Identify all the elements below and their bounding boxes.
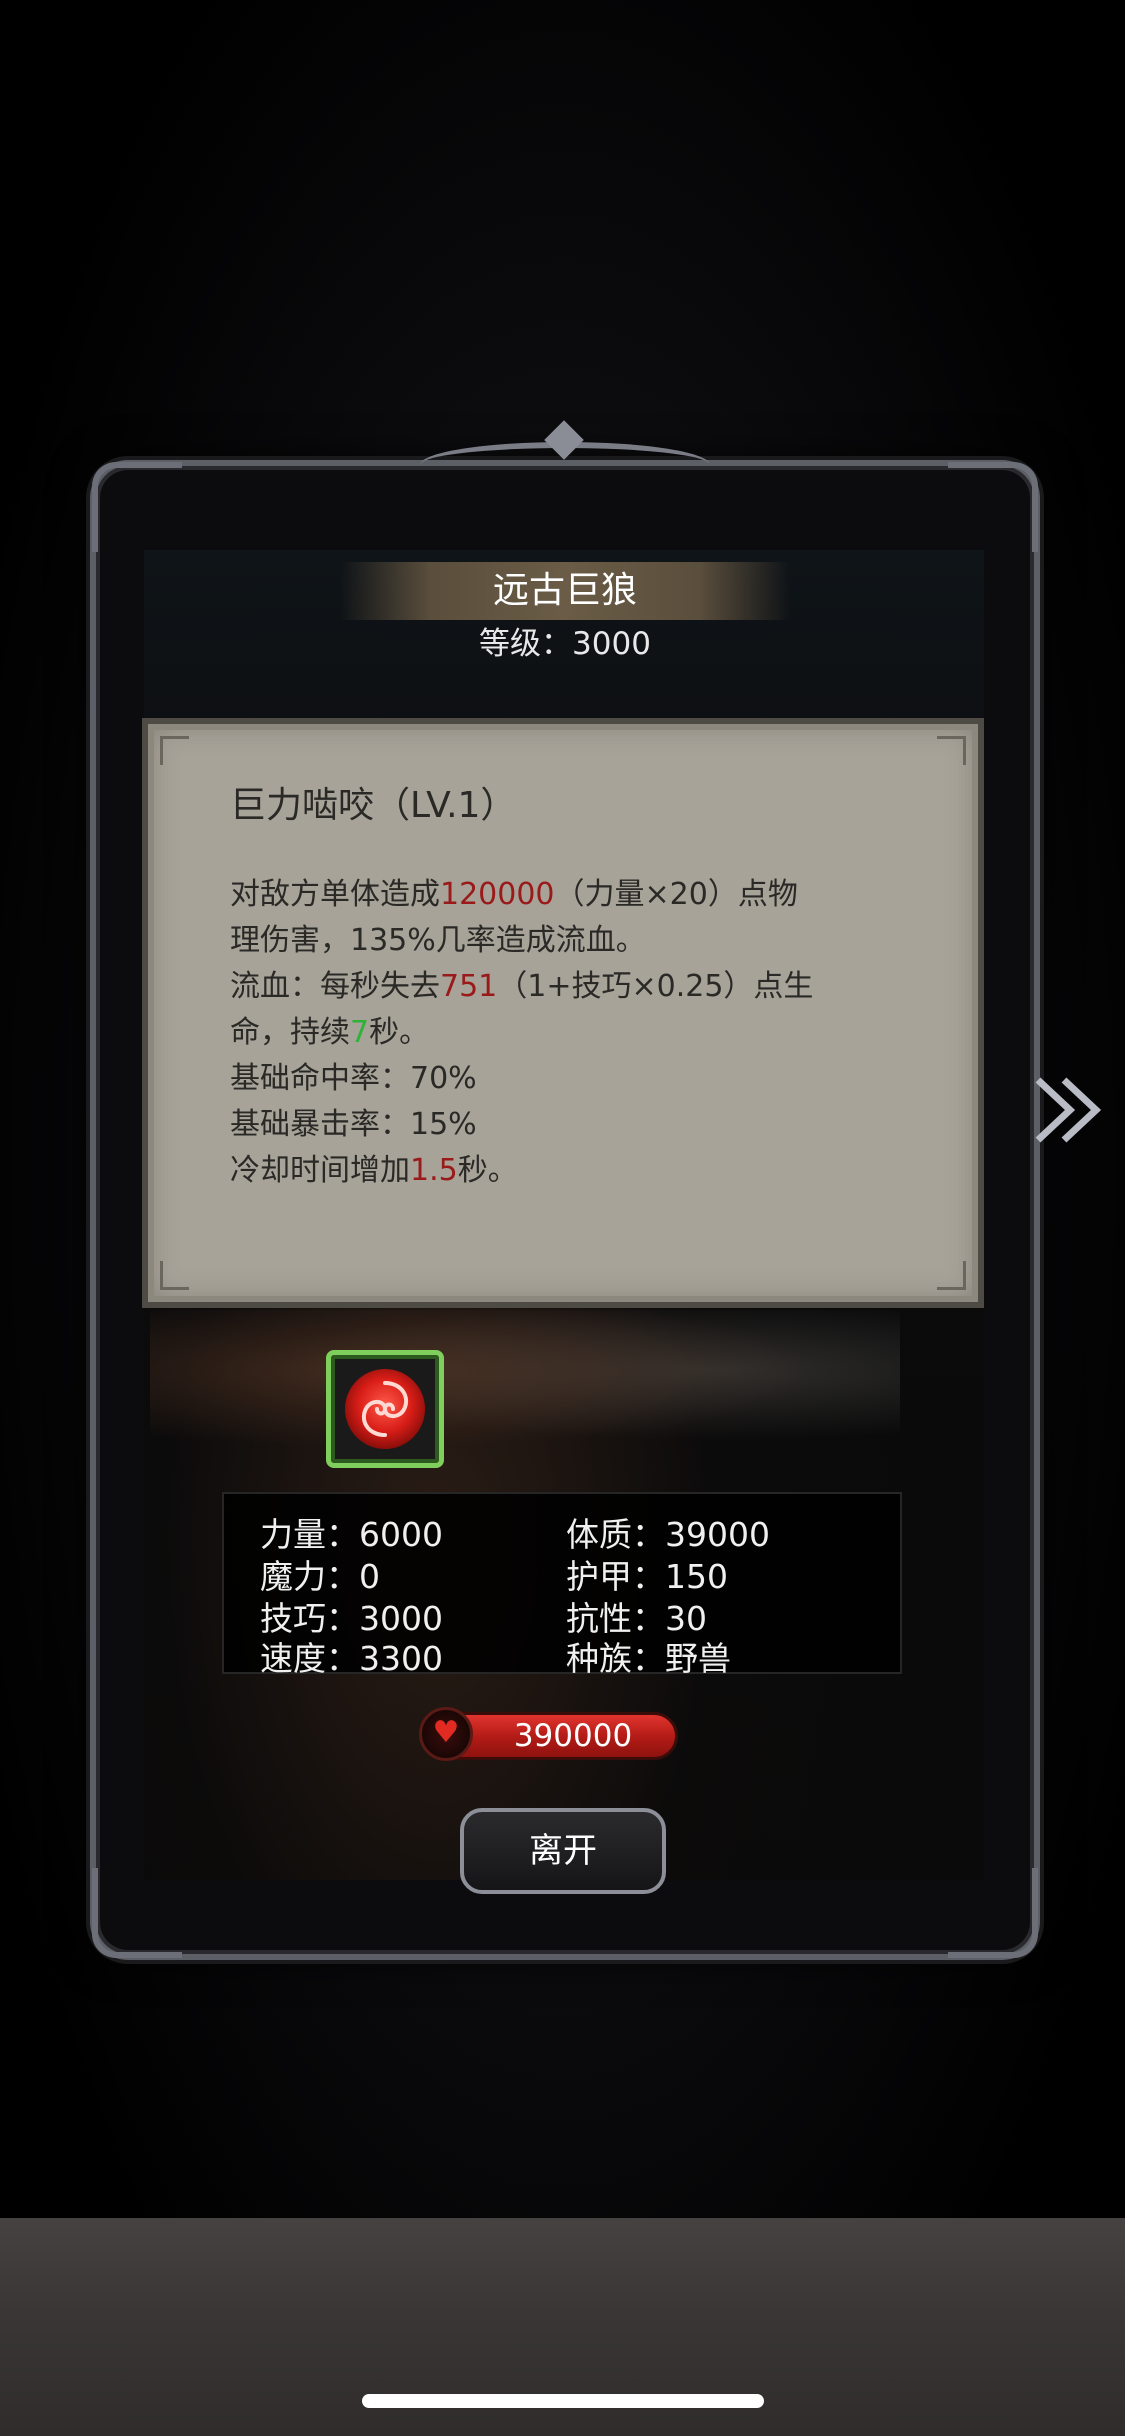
skill-desc-line: 基础暴击率：15% xyxy=(230,1102,920,1148)
red-swirl-skill-icon[interactable] xyxy=(326,1350,444,1468)
desc-text: 理伤害，135%几率造成流血。 xyxy=(230,923,646,958)
cooldown-value: 1.5 xyxy=(410,1153,458,1188)
desc-text: 命，持续 xyxy=(230,1015,350,1050)
desc-text: 秒。 xyxy=(457,1153,518,1188)
skill-desc-line: 基础命中率：70% xyxy=(230,1056,920,1102)
swirl-icon xyxy=(361,1381,409,1437)
desc-text: 对敌方单体造成 xyxy=(230,877,440,912)
skill-swirl-graphic xyxy=(345,1369,425,1449)
skill-desc-line: 冷却时间增加1.5秒。 xyxy=(230,1148,920,1194)
desc-text: （1+技巧×0.25）点生 xyxy=(497,969,814,1004)
monster-stats: 力量：6000 体质：39000 魔力：0 护甲：150 技巧：3000 抗性：… xyxy=(222,1492,902,1678)
skill-desc-line: 流血：每秒失去751（1+技巧×0.25）点生 xyxy=(230,964,920,1010)
heart-icon: ♥ xyxy=(419,1707,473,1761)
skill-desc-line: 理伤害，135%几率造成流血。 xyxy=(230,918,920,964)
desc-text: 秒。 xyxy=(369,1015,430,1050)
card-corner xyxy=(160,1261,189,1290)
stat-constitution: 体质：39000 xyxy=(566,1515,770,1554)
damage-value: 120000 xyxy=(440,877,555,912)
frame-corner-ornament xyxy=(92,462,182,552)
stat-speed: 速度：3300 xyxy=(260,1639,443,1678)
monster-info-panel: 远古巨狼 等级：3000 巨力啮咬（LV.1） 对敌方单体造成120000（力量… xyxy=(92,420,1038,1958)
hp-bar: ♥ 390000 xyxy=(419,1707,678,1761)
beast-artwork xyxy=(150,1310,900,1460)
hp-value: 390000 xyxy=(513,1718,633,1754)
card-corner xyxy=(937,1261,966,1290)
frame-corner-ornament xyxy=(92,1868,182,1958)
bleed-value: 751 xyxy=(440,969,498,1004)
frame-corner-ornament xyxy=(948,462,1038,552)
game-screen: 远古巨狼 等级：3000 巨力啮咬（LV.1） 对敌方单体造成120000（力量… xyxy=(0,0,1125,2436)
skill-description-card: 巨力啮咬（LV.1） 对敌方单体造成120000（力量×20）点物 理伤害，13… xyxy=(142,718,984,1308)
home-indicator[interactable] xyxy=(362,2394,764,2408)
stat-magic: 魔力：0 xyxy=(260,1557,380,1596)
leave-button[interactable]: 离开 xyxy=(460,1808,666,1894)
frame-corner-ornament xyxy=(948,1868,1038,1958)
skill-desc-line: 命，持续7秒。 xyxy=(230,1010,920,1056)
desc-text: 流血：每秒失去 xyxy=(230,969,440,1004)
desc-text: 基础命中率：70% xyxy=(230,1061,477,1096)
double-chevron-right-icon[interactable] xyxy=(1030,1060,1110,1160)
desc-text: 基础暴击率：15% xyxy=(230,1107,477,1142)
skill-title: 巨力啮咬（LV.1） xyxy=(230,785,517,826)
monster-level: 等级：3000 xyxy=(479,626,651,662)
desc-text: （力量×20）点物 xyxy=(554,877,798,912)
desc-text: 冷却时间增加 xyxy=(230,1153,410,1188)
stat-strength: 力量：6000 xyxy=(260,1515,443,1554)
monster-name: 远古巨狼 xyxy=(492,570,637,611)
next-arrow-graphic xyxy=(1035,1077,1102,1143)
skill-description: 对敌方单体造成120000（力量×20）点物 理伤害，135%几率造成流血。 流… xyxy=(230,872,920,1194)
card-corner xyxy=(160,736,189,765)
stat-armor: 护甲：150 xyxy=(566,1557,728,1596)
duration-value: 7 xyxy=(350,1015,370,1050)
skill-desc-line: 对敌方单体造成120000（力量×20）点物 xyxy=(230,872,920,918)
stat-race: 种族：野兽 xyxy=(566,1639,731,1678)
card-corner xyxy=(937,736,966,765)
